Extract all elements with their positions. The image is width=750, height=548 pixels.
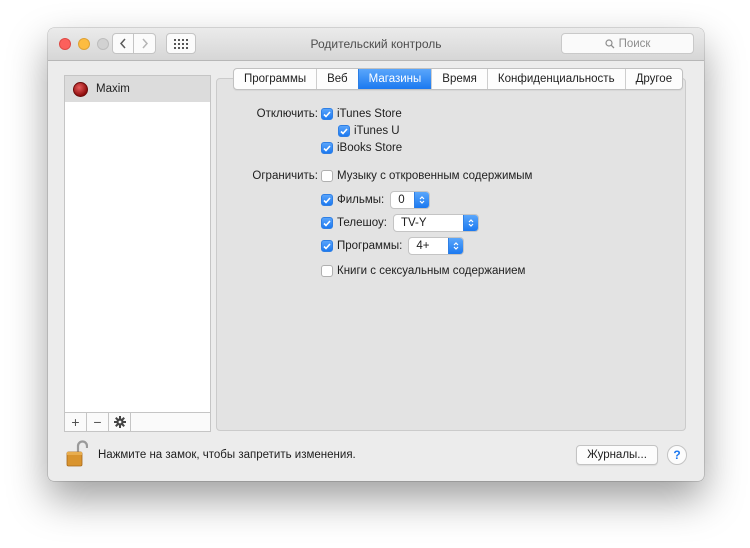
itunes-u-label: iTunes U <box>354 125 400 137</box>
tv-rating-value: TV-Y <box>400 217 427 229</box>
user-name: Maxim <box>96 83 130 95</box>
tab-web[interactable]: Веб <box>316 69 358 89</box>
apps-rating-value: 4+ <box>416 240 430 252</box>
tab-privacy[interactable]: Конфиденциальность <box>486 69 625 89</box>
movies-restriction: Фильмы: 0 <box>321 191 431 209</box>
disable-label: Отключить: <box>256 108 318 120</box>
search-placeholder: Поиск <box>618 37 651 50</box>
apps-restriction: Программы: 4+ <box>321 237 465 255</box>
itunes-store-checkbox[interactable]: iTunes Store <box>321 108 402 120</box>
apps-rating-select[interactable]: 4+ <box>408 237 465 255</box>
tv-restriction: Телешоу: TV-Y <box>321 214 479 232</box>
tab-time[interactable]: Время <box>431 69 487 89</box>
books-label: Книги с сексуальным содержанием <box>337 265 526 277</box>
explicit-music-label: Музыку с откровенным содержимым <box>337 170 533 182</box>
movies-label: Фильмы: <box>337 194 385 206</box>
tv-rating-select[interactable]: TV-Y <box>392 214 479 232</box>
tv-checkbox[interactable] <box>321 217 333 229</box>
lock-hint: Нажмите на замок, чтобы запретить измене… <box>98 449 356 461</box>
title-bar: Родительский контроль Поиск <box>48 28 704 61</box>
checkbox-unchecked-icon <box>321 265 333 277</box>
search-field[interactable]: Поиск <box>561 33 694 54</box>
help-button[interactable]: ? <box>667 445 687 465</box>
remove-user-button[interactable]: − <box>87 413 109 431</box>
user-list: Maxim <box>64 75 211 432</box>
gear-icon <box>113 416 126 428</box>
checkbox-unchecked-icon <box>321 170 333 182</box>
tab-other[interactable]: Другое <box>624 69 683 89</box>
search-icon <box>604 38 615 48</box>
unlocked-padlock-icon <box>66 440 89 467</box>
apps-label: Программы: <box>337 240 403 252</box>
movies-checkbox[interactable] <box>321 194 333 206</box>
avatar <box>73 81 88 97</box>
movies-rating-select[interactable]: 0 <box>390 191 431 209</box>
updown-chevron-icon <box>414 192 430 208</box>
itunes-u-checkbox[interactable]: iTunes U <box>338 125 400 137</box>
updown-chevron-icon <box>462 215 478 231</box>
logs-button[interactable]: Журналы... <box>576 445 658 465</box>
lock-button[interactable] <box>66 440 89 470</box>
tab-bar: Программы Веб Магазины Время Конфиденциа… <box>233 68 684 90</box>
checkbox-checked-icon <box>321 142 333 154</box>
user-list-item[interactable]: Maxim <box>65 76 210 102</box>
parental-controls-window: Родительский контроль Поиск Maxim + − Пр… <box>48 28 704 481</box>
tab-stores[interactable]: Магазины <box>357 69 432 89</box>
ibooks-store-label: iBooks Store <box>337 142 403 154</box>
explicit-music-checkbox[interactable]: Музыку с откровенным содержимым <box>321 170 532 182</box>
checkbox-checked-icon <box>338 125 350 137</box>
tv-label: Телешоу: <box>337 217 387 229</box>
itunes-store-label: iTunes Store <box>337 108 402 120</box>
ibooks-store-checkbox[interactable]: iBooks Store <box>321 142 402 154</box>
tab-apps[interactable]: Программы <box>234 69 316 89</box>
updown-chevron-icon <box>448 238 464 254</box>
user-list-toolbar: + − <box>64 412 211 432</box>
add-user-button[interactable]: + <box>65 413 87 431</box>
action-menu-button[interactable] <box>109 413 131 431</box>
movies-rating-value: 0 <box>398 194 405 206</box>
apps-checkbox[interactable] <box>321 240 333 252</box>
checkbox-checked-icon <box>321 108 333 120</box>
restrict-label: Ограничить: <box>252 170 318 182</box>
books-checkbox[interactable]: Книги с сексуальным содержанием <box>321 265 525 277</box>
